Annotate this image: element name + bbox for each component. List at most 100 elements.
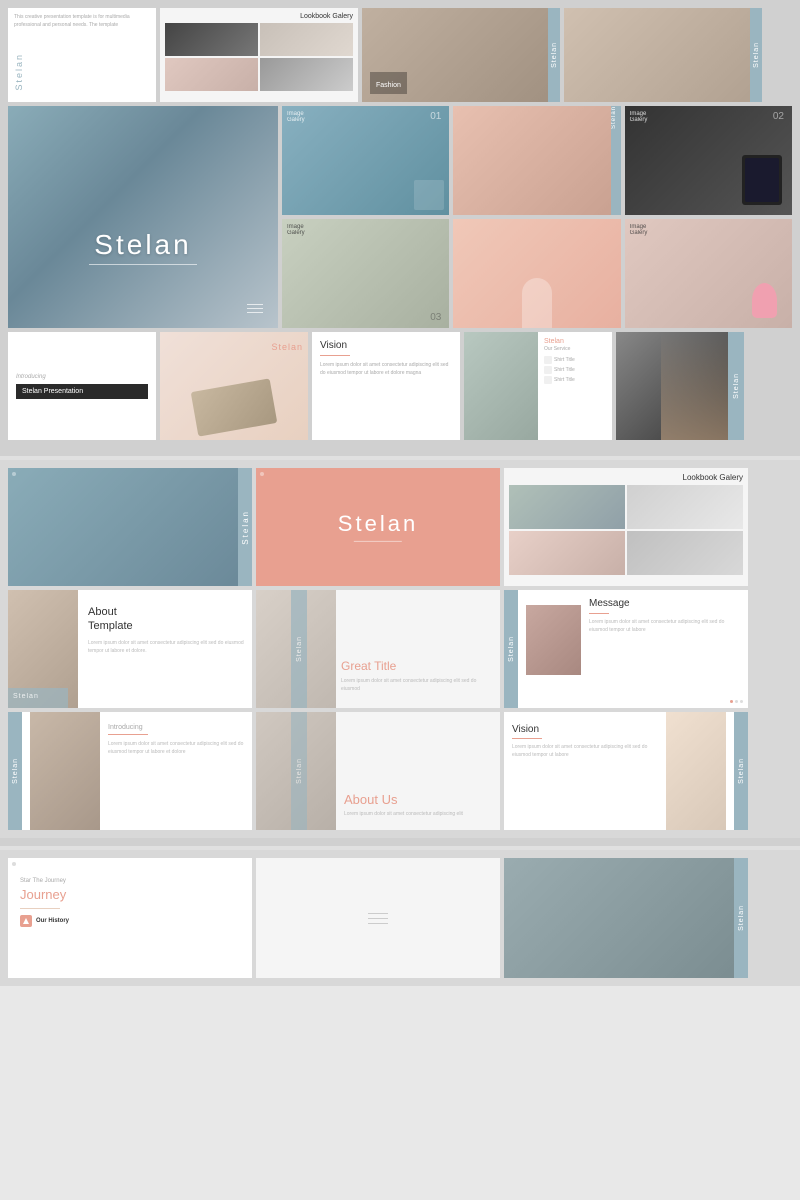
slide-lookbook-large[interactable]: Lookbook Galery — [504, 468, 748, 586]
slide-gallery-02[interactable]: Image Galery 02 — [625, 106, 792, 215]
about-brand-label: Stelan — [13, 685, 39, 703]
bottom-section: Star The Journey Journey Our History — [0, 850, 800, 986]
slide-gallery-woman[interactable]: Stelan — [453, 106, 620, 215]
slide-journey[interactable]: Star The Journey Journey Our History — [8, 858, 252, 978]
slide-great-title[interactable]: Stelan Great Title Lorem ipsum dolor sit… — [256, 590, 500, 708]
pink-title: Stelan — [338, 511, 418, 537]
tablet-screen — [745, 158, 779, 202]
row-3: Introducing Stelan Presentation Stelan V… — [8, 332, 792, 440]
great-text: Lorem ipsum dolor sit amet consectetur a… — [341, 677, 492, 693]
mid-section: Stelan Stelan Lookbook Galery — [0, 460, 800, 838]
stelan-presentation-box[interactable]: Stelan Presentation — [16, 384, 148, 399]
slide-about[interactable]: Stelan AboutTemplate Lorem ipsum dolor s… — [8, 590, 252, 708]
intro-small-text: This creative presentation template is f… — [14, 14, 150, 29]
slide-introducing-2[interactable]: Stelan Introducing Lorem ipsum dolor sit… — [8, 712, 252, 830]
lb-large-4 — [627, 531, 743, 575]
about-us-title: About Us — [344, 792, 492, 807]
vision2-content: Vision Lorem ipsum dolor sit amet consec… — [512, 724, 658, 759]
slide-vision-2[interactable]: Stelan Vision Lorem ipsum dolor sit amet… — [504, 712, 748, 830]
journey-divider — [20, 908, 60, 909]
stelan-main-title: Stelan — [94, 229, 191, 261]
slide-stelan-pink[interactable]: Stelan — [256, 468, 500, 586]
message-brand-bar: Stelan — [504, 590, 518, 708]
about-body: Lorem ipsum dolor sit amet consectetur a… — [88, 639, 244, 655]
service-item-3: Shirt Title — [544, 376, 606, 384]
lookbook-photo-3 — [165, 58, 258, 91]
stelan-right-bar: Stelan — [238, 468, 252, 586]
intro2-content: Introducing Lorem ipsum dolor sit amet c… — [108, 724, 244, 756]
stelan-title-underline — [89, 264, 197, 265]
slide-fashion-1[interactable]: Stelan Fashion — [362, 8, 560, 102]
slide-stelan-photo-large[interactable]: Stelan — [8, 468, 252, 586]
slide-gallery-figure[interactable] — [453, 219, 620, 328]
clothes-bg — [504, 858, 748, 978]
teal-sidebar-2: Stelan — [750, 8, 762, 102]
journey-icon — [20, 915, 32, 927]
gallery-thumb-01 — [414, 180, 444, 210]
slide-introducing[interactable]: Introducing Stelan Presentation — [8, 332, 156, 440]
slide-dot — [12, 472, 16, 476]
menu-lines-display — [368, 913, 388, 924]
slide-fashion-2[interactable]: Stelan — [564, 8, 762, 102]
slide-gallery-objects[interactable]: Image Galery — [625, 219, 792, 328]
teal-bar-gallery: Stelan — [611, 106, 621, 215]
message-photo — [526, 605, 581, 675]
slide-stelan-main[interactable]: Stelan — [8, 106, 278, 328]
menu-disp-line-3 — [368, 923, 388, 924]
slide-about-us[interactable]: Stelan About Us Lorem ipsum dolor sit am… — [256, 712, 500, 830]
great-brand-bar: Stelan — [291, 590, 307, 708]
message-body: Lorem ipsum dolor sit amet consectetur a… — [589, 618, 740, 634]
main-container: This creative presentation template is f… — [0, 0, 800, 986]
slide-dark-fashion[interactable]: Stelan — [616, 332, 744, 440]
shoes-photo — [191, 378, 278, 436]
lb-large-2 — [627, 485, 743, 529]
journey-title: Journey — [20, 887, 240, 902]
gallery-label-last: Image Galery — [630, 224, 648, 236]
lookbook-photo-grid — [165, 23, 353, 91]
slide-vision[interactable]: Vision Lorem ipsum dolor sit amet consec… — [312, 332, 460, 440]
pink-lamp-object — [752, 283, 777, 318]
gallery-label-02: Image Galery — [630, 111, 648, 123]
about-title: AboutTemplate — [88, 605, 244, 634]
lookbook-large-grid — [509, 485, 743, 575]
lookbook-large-title: Lookbook Galery — [509, 473, 743, 482]
right-gallery-grid: Image Galery 01 Stelan Image Ga — [282, 106, 792, 328]
slide-shoes[interactable]: Stelan — [160, 332, 308, 440]
intro2-brand-bar: Stelan — [8, 712, 22, 830]
vision2-title: Vision — [512, 724, 658, 735]
menu-line-2 — [247, 308, 263, 309]
service-item-2: Shirt Title — [544, 366, 606, 374]
hamburger-menu[interactable] — [247, 304, 263, 313]
about-us-text: Lorem ipsum dolor sit amet consectetur a… — [344, 810, 492, 818]
great-content: Great Title Lorem ipsum dolor sit amet c… — [341, 659, 492, 693]
figure-silhouette — [522, 278, 552, 328]
mid-row-2: Stelan AboutTemplate Lorem ipsum dolor s… — [8, 590, 792, 708]
journey-subtitle: Star The Journey — [20, 878, 240, 884]
journey-history-label: Our History — [36, 918, 69, 924]
service-icon-3 — [544, 376, 552, 384]
about-us-bar: Stelan — [291, 712, 307, 830]
row-2: Stelan Image Galery 01 — [8, 106, 792, 328]
pink-title-container: Stelan — [338, 511, 418, 542]
stelan-bg — [8, 106, 278, 328]
lb-large-3 — [509, 531, 625, 575]
tablet-mockup — [742, 155, 782, 205]
mid-row-1: Stelan Stelan Lookbook Galery — [8, 468, 792, 586]
menu-disp-line-1 — [368, 913, 388, 914]
row-1: This creative presentation template is f… — [8, 8, 792, 102]
slide-gallery-03[interactable]: Image Galery 03 — [282, 219, 449, 328]
slide-service[interactable]: Stelan Our Service Shirt Title Shirt Tit… — [464, 332, 612, 440]
slide-message[interactable]: Stelan Message Lorem ipsum dolor sit ame… — [504, 590, 748, 708]
slide-intro-text[interactable]: This creative presentation template is f… — [8, 8, 156, 102]
intro2-line — [108, 734, 148, 735]
lookbook-photo-2 — [260, 23, 353, 56]
slide-menu-lines[interactable] — [256, 858, 500, 978]
service-icon-1 — [544, 356, 552, 364]
message-text-area: Message Lorem ipsum dolor sit amet conse… — [589, 598, 740, 634]
slide-lookbook-galery[interactable]: Lookbook Galery — [160, 8, 358, 102]
introducing-label: Introducing — [16, 374, 148, 380]
slide-clothes-photo[interactable]: Stelan — [504, 858, 748, 978]
intro-brand-vert: Stelan — [14, 53, 24, 96]
great-heading: Great Title — [341, 659, 492, 673]
slide-gallery-01[interactable]: Image Galery 01 — [282, 106, 449, 215]
